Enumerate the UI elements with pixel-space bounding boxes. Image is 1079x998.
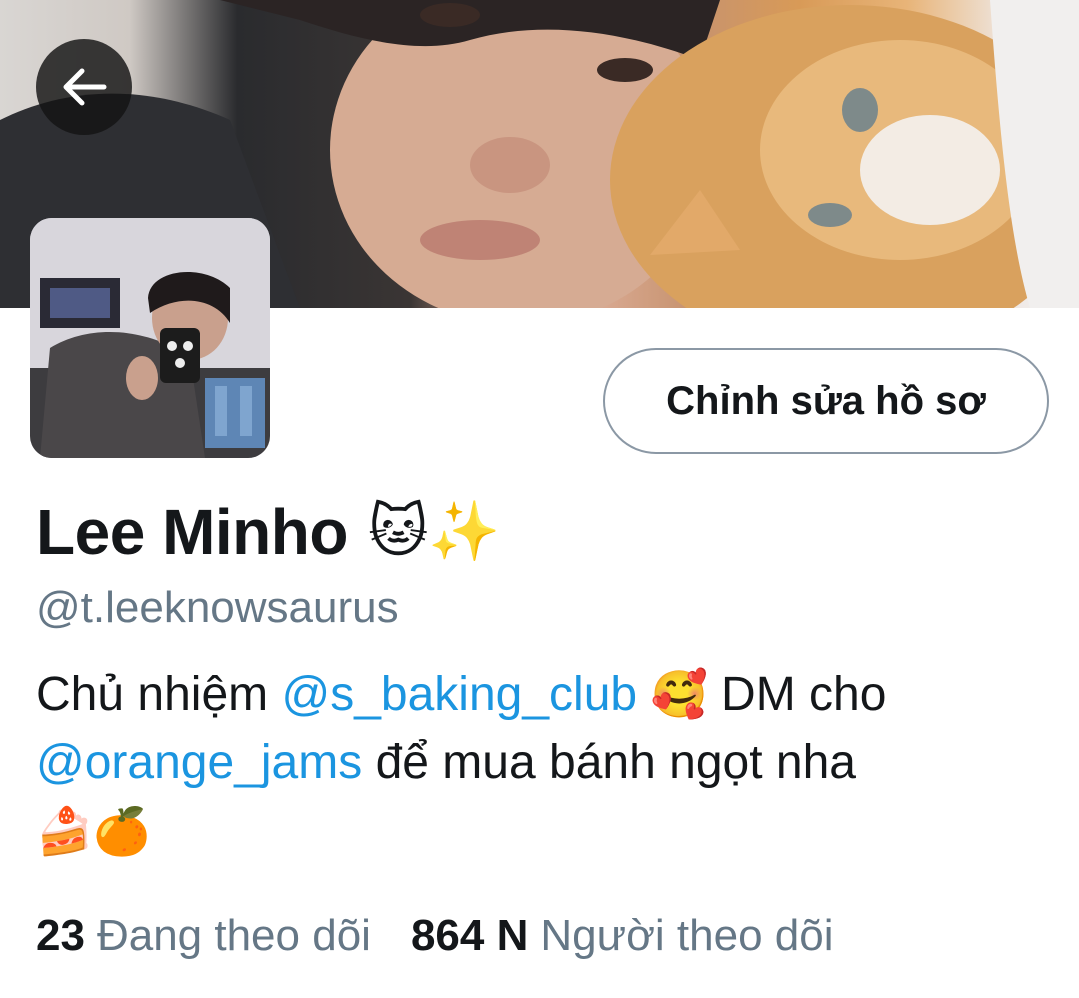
smiling-hearts-emoji: 🥰 [650, 668, 708, 720]
mention-link[interactable]: @orange_jams [36, 736, 362, 789]
display-name: Lee Minho [36, 496, 348, 568]
cake-orange-emojis: 🍰🍊 [36, 805, 151, 857]
arrow-left-icon [63, 68, 107, 106]
avatar-image [30, 218, 270, 458]
name-emojis: 🐱✨ [367, 499, 501, 564]
name-row: Lee Minho 🐱✨ [36, 492, 501, 572]
followers-label: Người theo dõi [540, 911, 834, 960]
followers-count: 864 N [410, 911, 529, 960]
edit-profile-button[interactable]: Chỉnh sửa hồ sơ [603, 348, 1049, 454]
back-button[interactable] [36, 39, 132, 135]
following-label: Đang theo dõi [96, 911, 371, 960]
profile-stats: 23 Đang theo dõi 864 N Người theo dõi [36, 908, 834, 964]
avatar[interactable] [30, 218, 270, 458]
username-handle: @t.leeknowsaurus [36, 583, 399, 632]
followers-stat[interactable]: 864 N Người theo dõi [411, 911, 834, 961]
following-stat[interactable]: 23 Đang theo dõi [36, 911, 371, 961]
mention-link[interactable]: @s_baking_club [281, 668, 637, 721]
bio-text: DM cho [707, 668, 887, 721]
bio-text: Chủ nhiệm [36, 668, 282, 721]
bio-text: để mua bánh ngọt nha [362, 736, 856, 789]
following-count: 23 [36, 911, 85, 960]
bio: Chủ nhiệm @s_baking_club 🥰 DM cho @orang… [36, 660, 1036, 866]
